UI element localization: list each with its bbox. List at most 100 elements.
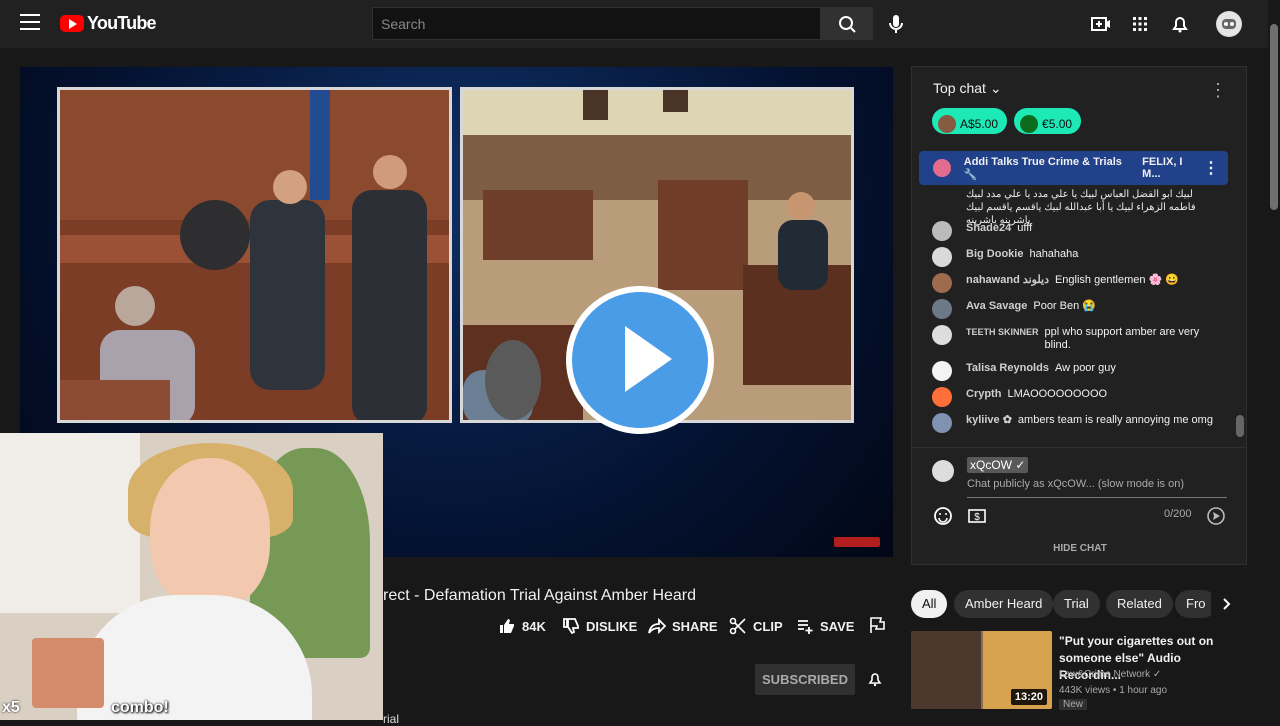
list-item[interactable]: Talisa Reynolds Aw poor guy: [932, 361, 1222, 388]
message-text: hahahaha: [1029, 248, 1079, 260]
hide-chat-button[interactable]: HIDE CHAT: [912, 543, 1246, 554]
logo-text: YouTube: [87, 13, 157, 33]
combo-text: combo!: [111, 699, 169, 716]
ticker-2[interactable]: €5.00: [1014, 108, 1082, 134]
list-item[interactable]: nahawand ديلوند English gentlemen 🌸 😀: [932, 273, 1222, 300]
chat-input-area: xQcOW ✓ Chat publicly as xQcOW... (slow …: [912, 447, 1246, 564]
pinned-author: Addi Talks True Crime & Trials 🔧: [963, 155, 1122, 181]
mic-icon[interactable]: [884, 12, 908, 36]
message-text: Poor Ben 😭: [1033, 300, 1096, 312]
message-text: ambers team is really annoying me omg: [1017, 414, 1213, 426]
youtube-play-icon: [60, 15, 84, 32]
list-item[interactable]: Shade24 ufff: [932, 221, 1222, 248]
webcam-background-room: [0, 433, 140, 613]
message-text: LMAOOOOOOOOO: [1007, 388, 1108, 400]
page-scrollbar[interactable]: [1268, 0, 1280, 720]
avatar: [932, 299, 952, 319]
share-button[interactable]: SHARE: [648, 616, 718, 636]
ticker-amount: A$5.00: [960, 116, 999, 131]
chip-amber-heard[interactable]: Amber Heard: [954, 590, 1054, 618]
send-icon[interactable]: [1206, 506, 1226, 526]
super-chat-tickers: A$5.00 €5.00: [932, 108, 1082, 134]
list-item[interactable]: Crypth LMAOOOOOOOOO: [932, 387, 1222, 414]
thumbnail-left: [911, 631, 981, 709]
chip-all[interactable]: All: [911, 590, 948, 618]
save-label: SAVE: [820, 618, 855, 634]
filter-chips: All Amber Heard Trial Related Fro: [911, 590, 1247, 618]
like-count: 84K: [522, 618, 546, 634]
message-text: Aw poor guy: [1054, 362, 1116, 374]
courtroom-left-frame: [57, 87, 452, 423]
message-author: TEETH SKINNER: [966, 327, 1039, 337]
avatar: [932, 361, 952, 381]
related-thumbnail[interactable]: 13:20: [911, 631, 1052, 709]
menu-icon[interactable]: [20, 14, 40, 32]
flag-icon[interactable]: [868, 616, 886, 634]
chat-scrollbar[interactable]: [1236, 415, 1244, 437]
notification-bell-icon[interactable]: [866, 670, 884, 688]
list-item[interactable]: kyliive ✿ ambers team is really annoying …: [932, 413, 1222, 440]
avatar: [932, 325, 952, 345]
subscribed-button[interactable]: SUBSCRIBED: [755, 664, 855, 695]
share-icon: [648, 617, 666, 635]
ticker-avatar: [938, 114, 956, 133]
share-label: SHARE: [672, 618, 718, 634]
video-title: rect - Defamation Trial Against Amber He…: [383, 587, 697, 604]
ticker-avatar: [1020, 114, 1039, 133]
search-icon: [839, 16, 856, 33]
list-item[interactable]: Big Dookie hahahaha: [932, 247, 1222, 274]
chip-related[interactable]: Related: [1106, 590, 1173, 618]
related-channel[interactable]: Law&Crime Network ✓: [1059, 669, 1161, 680]
list-item[interactable]: Ava Savage Poor Ben 😭: [932, 299, 1222, 326]
related-video[interactable]: 13:20 "Put your cigarettes out on someon…: [911, 631, 1247, 710]
webcam-face: [150, 458, 270, 608]
search-button[interactable]: [821, 7, 873, 40]
play-button[interactable]: [566, 286, 714, 434]
notifications-icon[interactable]: [1168, 12, 1192, 36]
current-user-avatar: [932, 460, 954, 482]
message-text: ufff: [1017, 222, 1033, 234]
like-button[interactable]: 84K: [498, 616, 546, 636]
chevron-right-icon: [1223, 598, 1231, 610]
youtube-logo[interactable]: YouTube: [60, 13, 157, 34]
emoji-icon[interactable]: [933, 506, 953, 526]
video-duration: 13:20: [1010, 689, 1047, 705]
avatar[interactable]: [1216, 11, 1242, 37]
scissors-icon: [729, 617, 746, 635]
search-input[interactable]: Search: [372, 7, 821, 40]
top-bar: YouTube Search: [0, 0, 1280, 48]
webcam-overlay: combo! x5: [0, 433, 383, 720]
ticker-amount: €5.00: [1042, 116, 1073, 131]
pinned-message[interactable]: Addi Talks True Crime & Trials 🔧 FELIX, …: [919, 151, 1228, 185]
pinned-avatar: [933, 159, 951, 177]
message-author: Talisa Reynolds: [966, 362, 1049, 374]
chip-trial[interactable]: Trial: [1053, 590, 1100, 618]
related-meta: 443K views • 1 hour ago: [1059, 685, 1168, 696]
new-badge: New: [1059, 699, 1088, 710]
list-item[interactable]: TEETH SKINNER ppl who support amber are v…: [932, 325, 1222, 362]
message-author: Crypth: [966, 388, 1002, 400]
chat-mode-selector[interactable]: Top chat ⌄: [912, 67, 1246, 110]
pinned-more-icon[interactable]: ⋮: [1203, 158, 1219, 178]
ticker-1[interactable]: A$5.00: [932, 108, 1008, 134]
dislike-button[interactable]: DISLIKE: [562, 616, 637, 636]
create-icon[interactable]: [1088, 12, 1112, 36]
chat-input[interactable]: Chat publicly as xQcOW... (slow mode is …: [967, 478, 1227, 498]
clip-label: CLIP: [753, 618, 783, 634]
chat-message-list: Shade24 ufff Big Dookie hahahaha nahawand …: [932, 221, 1222, 440]
avatar: [932, 247, 952, 267]
avatar: [932, 387, 952, 407]
more-options-icon[interactable]: ⋮: [1209, 81, 1227, 99]
super-chat-icon[interactable]: $: [967, 506, 987, 526]
chips-next-button[interactable]: [1211, 590, 1241, 618]
avatar: [932, 413, 952, 433]
subscribe-watermark[interactable]: [834, 537, 880, 547]
chat-mode-label: Top chat: [933, 80, 986, 96]
save-button[interactable]: SAVE: [796, 616, 854, 636]
message-author: nahawand ديلوند: [966, 274, 1049, 286]
apps-icon[interactable]: [1128, 12, 1152, 36]
message-author: Big Dookie: [966, 248, 1024, 260]
avatar: [932, 273, 952, 293]
clip-button[interactable]: CLIP: [729, 616, 783, 636]
svg-text:$: $: [974, 512, 980, 523]
